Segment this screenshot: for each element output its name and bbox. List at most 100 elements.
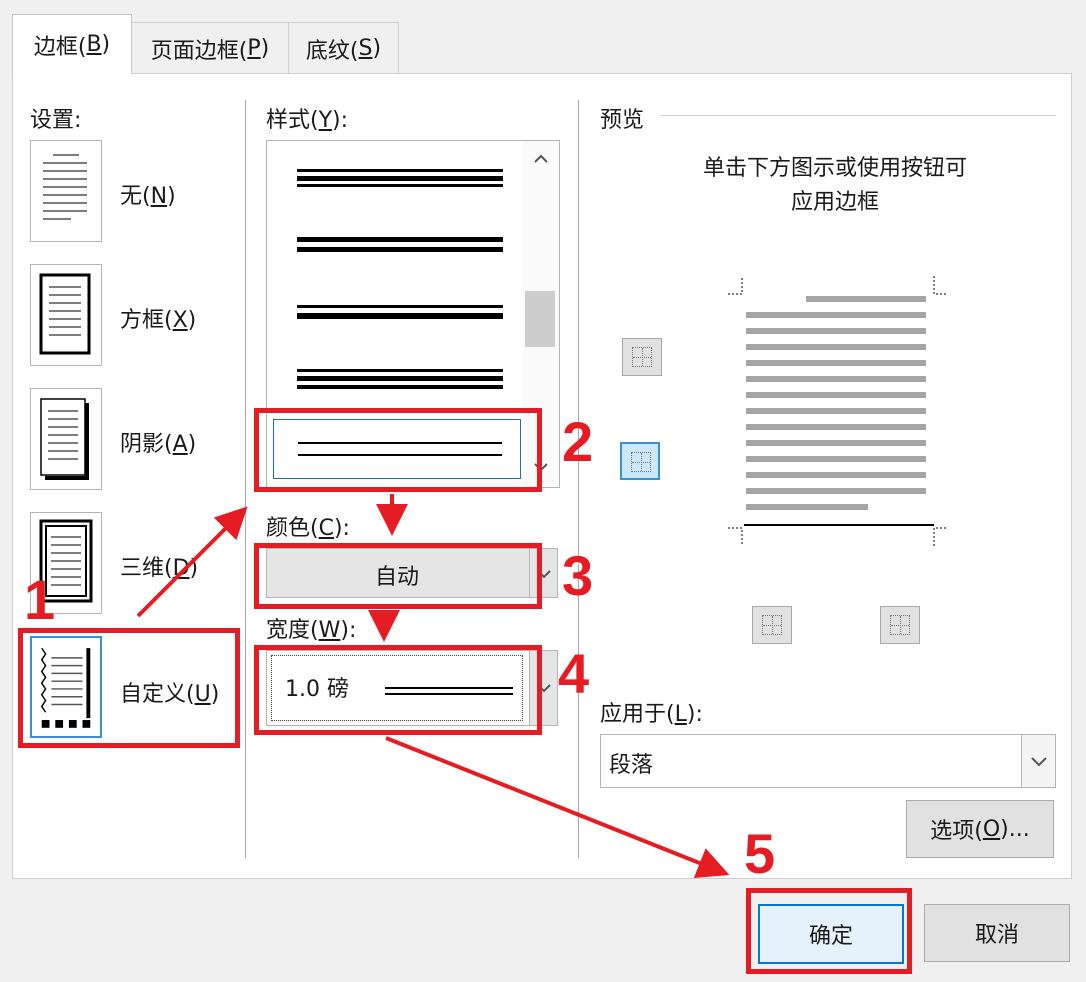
width-label-tail: ): (340, 618, 357, 643)
setting-3d-label[interactable]: 三维(D) (120, 550, 198, 582)
setting-text: 方框( (120, 308, 173, 333)
annotation-box-style (254, 408, 542, 492)
tab-accel: B (86, 32, 102, 57)
style-option-thick-thick[interactable] (297, 237, 503, 255)
preview-text-line (746, 376, 926, 382)
preview-text-line (746, 344, 926, 350)
separator (245, 100, 246, 858)
line-stroke (297, 305, 503, 308)
line-stroke (297, 176, 503, 181)
preview-text-line (746, 504, 868, 510)
preview-text-line (746, 312, 926, 318)
annotation-number: 3 (562, 544, 594, 607)
setting-shadow-label[interactable]: 阴影(A) (120, 426, 196, 458)
preview-text-line (746, 488, 926, 494)
tab-borders[interactable]: 边框(B) (12, 14, 132, 74)
tab-accel: P (247, 36, 261, 61)
setting-none-label[interactable]: 无(N) (120, 178, 176, 210)
annotation-number: 4 (558, 642, 590, 705)
tab-label-tail: ) (260, 36, 270, 61)
left-border-icon[interactable] (752, 606, 792, 644)
line-stroke (297, 313, 503, 319)
apply-to-dropdown[interactable]: 段落 (600, 734, 1056, 788)
bottom-border-icon[interactable] (620, 442, 660, 480)
style-label: 样式(Y): (266, 102, 348, 134)
setting-text-tail: ) (167, 184, 176, 209)
color-label-tail: ): (333, 516, 350, 541)
top-border-icon[interactable] (622, 338, 662, 376)
color-label-text: 颜色( (266, 516, 319, 541)
options-tail: )... (1000, 816, 1030, 842)
settings-title: 设置: (30, 108, 82, 133)
preview-hint-line2: 应用边框 (790, 190, 879, 215)
setting-text: 三维( (120, 556, 173, 581)
tab-shading[interactable]: 底纹(S) (288, 22, 399, 74)
setting-text-tail: ) (189, 556, 199, 581)
annotation-box-custom (18, 628, 240, 748)
preview-title-rule (660, 115, 1056, 116)
preview-text-line (746, 392, 926, 398)
width-label: 宽度(W): (266, 612, 356, 644)
tab-page-border[interactable]: 页面边框(P) (131, 22, 289, 74)
right-border-icon[interactable] (880, 606, 920, 644)
width-accel: W (318, 618, 341, 643)
preview-hint: 单击下方图示或使用按钮可 应用边框 (600, 152, 1070, 220)
setting-box-icon[interactable] (30, 264, 102, 366)
annotation-box-color (254, 543, 542, 609)
setting-text-tail: ) (187, 432, 197, 457)
tab-label: 底纹( (305, 38, 359, 64)
apply-to-text: 应用于( (600, 702, 675, 727)
preview-title: 预览 (600, 108, 645, 133)
setting-none-icon[interactable] (30, 140, 102, 242)
style-label-text: 样式( (266, 108, 319, 133)
tab-accel: S (358, 36, 373, 61)
annotation-number: 5 (744, 822, 776, 885)
style-accel: Y (318, 108, 333, 133)
tab-label-tail: ) (101, 32, 111, 57)
tab-label-tail: ) (372, 36, 382, 61)
setting-box-label[interactable]: 方框(X) (120, 302, 196, 334)
tab-label: 页面边框( (150, 38, 248, 64)
line-stroke (297, 237, 503, 242)
line-stroke (297, 369, 503, 372)
line-stroke (297, 184, 503, 187)
options-accel: O (982, 816, 1001, 842)
chevron-down-icon[interactable] (1021, 735, 1055, 787)
chevron-up-icon[interactable] (531, 149, 551, 169)
preview-text-line (746, 424, 926, 430)
style-option-thin-thick[interactable] (297, 305, 503, 325)
style-option-thick-thin[interactable] (297, 169, 503, 189)
preview-hint-line1: 单击下方图示或使用按钮可 (702, 156, 967, 181)
options-text: 选项( (930, 819, 983, 844)
annotation-number: 1 (24, 568, 56, 631)
preview-text-line (746, 440, 926, 446)
apply-to-value: 段落 (609, 753, 654, 778)
setting-accel: X (172, 308, 188, 333)
options-button[interactable]: 选项(O)... (906, 800, 1054, 858)
scrollbar-thumb[interactable] (525, 291, 555, 347)
setting-text-tail: ) (187, 308, 197, 333)
preview-text-line (746, 456, 926, 462)
line-stroke (297, 247, 503, 252)
separator (578, 100, 579, 858)
preview-text-line (746, 408, 926, 414)
annotation-box-width (254, 645, 542, 735)
preview-page[interactable] (728, 276, 948, 546)
apply-to-label: 应用于(L): (600, 696, 703, 728)
preview-text-line (746, 472, 926, 478)
setting-accel: N (150, 184, 168, 209)
apply-to-accel: L (674, 702, 687, 727)
style-option-triple[interactable] (297, 369, 503, 393)
setting-shadow-icon[interactable] (30, 388, 102, 490)
setting-text: 无( (120, 184, 151, 209)
annotation-box-ok (746, 888, 912, 974)
cancel-button[interactable]: 取消 (924, 904, 1070, 962)
color-label: 颜色(C): (266, 510, 350, 542)
annotation-number: 2 (562, 410, 594, 473)
setting-accel: D (172, 556, 190, 581)
color-accel: C (318, 516, 334, 541)
preview-text-line (806, 296, 926, 302)
tab-label: 边框( (33, 34, 87, 60)
setting-accel: A (172, 432, 188, 457)
preview-text-line (746, 328, 926, 334)
